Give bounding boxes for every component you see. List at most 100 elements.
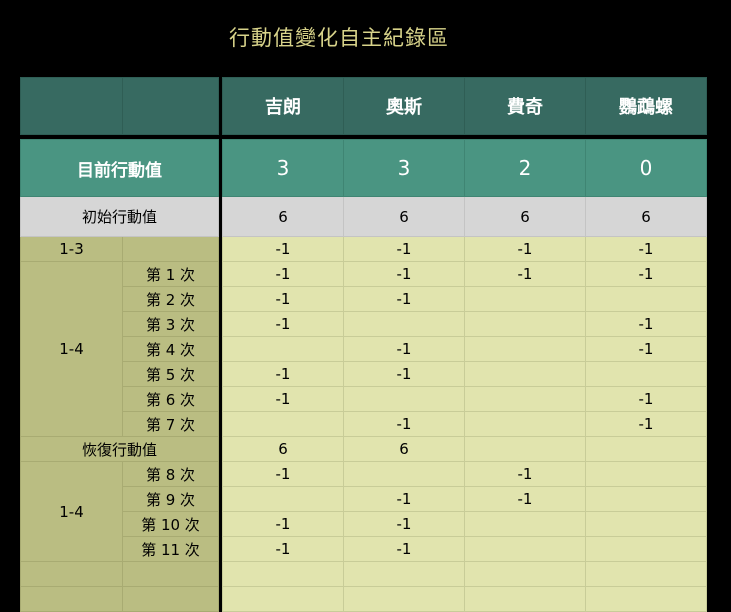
value-cell[interactable] xyxy=(343,586,465,612)
table-row: 第 10 次 -1 -1 xyxy=(21,511,707,537)
value-cell[interactable]: -1 xyxy=(222,361,344,387)
value-cell[interactable]: -1 xyxy=(585,336,707,362)
page-title: 行動值變化自主紀錄區 xyxy=(229,26,449,50)
value-cell[interactable] xyxy=(464,361,586,387)
value-cell[interactable] xyxy=(585,486,707,512)
value-cell[interactable]: -1 xyxy=(222,461,344,487)
value-cell[interactable]: -1 xyxy=(343,336,465,362)
value-cell[interactable] xyxy=(585,586,707,612)
table-row: 第 9 次 -1 -1 xyxy=(21,486,707,512)
attempt-label: 第 6 次 xyxy=(122,386,219,412)
attempt-label xyxy=(122,236,219,262)
value-cell[interactable] xyxy=(464,286,586,312)
value-cell[interactable] xyxy=(464,561,586,587)
value-cell[interactable]: -1 xyxy=(464,461,586,487)
value-cell[interactable] xyxy=(464,511,586,537)
value-cell[interactable] xyxy=(464,411,586,437)
value-cell[interactable] xyxy=(343,311,465,337)
value-cell[interactable]: -1 xyxy=(222,311,344,337)
value-cell[interactable]: -1 xyxy=(343,536,465,562)
value-cell[interactable] xyxy=(585,536,707,562)
value-cell[interactable]: -1 xyxy=(222,511,344,537)
value-cell[interactable] xyxy=(343,561,465,587)
value-cell[interactable]: -1 xyxy=(222,386,344,412)
table-row xyxy=(20,586,707,612)
current-value-row: 目前行動值 3 3 2 0 xyxy=(20,139,707,197)
value-cell[interactable] xyxy=(464,436,586,462)
value-cell[interactable] xyxy=(585,436,707,462)
value-cell[interactable]: -1 xyxy=(464,486,586,512)
attempt-label xyxy=(122,586,219,612)
current-value-cell[interactable]: 3 xyxy=(222,139,344,197)
value-cell[interactable]: 6 xyxy=(222,436,344,462)
table-row: 第 3 次 -1 -1 xyxy=(21,311,707,337)
stage-label xyxy=(20,561,123,587)
value-cell[interactable]: -1 xyxy=(585,386,707,412)
current-value-cell[interactable]: 3 xyxy=(343,139,465,197)
value-cell[interactable]: -1 xyxy=(222,236,344,262)
stage-label: 1-4 xyxy=(20,261,123,437)
value-cell[interactable] xyxy=(585,361,707,387)
player-header: 鸚鵡螺 xyxy=(585,77,707,135)
table-row: 恢復行動值 6 6 xyxy=(20,436,707,462)
player-header: 費奇 xyxy=(464,77,586,135)
value-cell[interactable] xyxy=(464,586,586,612)
value-cell[interactable] xyxy=(343,386,465,412)
table-row: 第 4 次 -1 -1 xyxy=(21,336,707,362)
initial-value-cell[interactable]: 6 xyxy=(464,196,586,237)
current-value-cell[interactable]: 2 xyxy=(464,139,586,197)
value-cell[interactable] xyxy=(464,536,586,562)
value-cell[interactable] xyxy=(585,286,707,312)
value-cell[interactable]: -1 xyxy=(585,236,707,262)
value-cell[interactable] xyxy=(222,561,344,587)
value-cell[interactable]: -1 xyxy=(343,261,465,287)
table-row: 1-4 第 8 次 -1 -1 xyxy=(20,461,707,562)
value-cell[interactable] xyxy=(464,386,586,412)
value-cell[interactable] xyxy=(222,486,344,512)
value-cell[interactable] xyxy=(585,561,707,587)
attempt-label xyxy=(122,561,219,587)
value-cell[interactable]: 6 xyxy=(343,436,465,462)
initial-value-cell[interactable]: 6 xyxy=(222,196,344,237)
value-cell[interactable] xyxy=(585,511,707,537)
value-cell[interactable]: -1 xyxy=(343,511,465,537)
table-row: 1-3 -1 -1 -1 -1 xyxy=(20,236,707,262)
stage-label: 1-3 xyxy=(20,236,123,262)
table-row xyxy=(20,561,707,587)
player-header: 吉朗 xyxy=(222,77,344,135)
current-value-cell[interactable]: 0 xyxy=(585,139,707,197)
attempt-label: 第 2 次 xyxy=(122,286,219,312)
value-cell[interactable]: -1 xyxy=(585,411,707,437)
value-cell[interactable] xyxy=(464,336,586,362)
table-row: 第 2 次 -1 -1 xyxy=(21,286,707,312)
value-cell[interactable]: -1 xyxy=(585,261,707,287)
value-cell[interactable] xyxy=(464,311,586,337)
attempt-label: 第 3 次 xyxy=(122,311,219,337)
value-cell[interactable]: -1 xyxy=(222,286,344,312)
value-cell[interactable]: -1 xyxy=(222,536,344,562)
attempt-label: 第 7 次 xyxy=(122,411,219,437)
value-cell[interactable] xyxy=(343,461,465,487)
table-row: 第 6 次 -1 -1 xyxy=(21,386,707,412)
value-cell[interactable]: -1 xyxy=(343,286,465,312)
value-cell[interactable] xyxy=(585,461,707,487)
value-cell[interactable] xyxy=(222,336,344,362)
value-cell[interactable]: -1 xyxy=(343,236,465,262)
attempt-label: 第 5 次 xyxy=(122,361,219,387)
initial-value-cell[interactable]: 6 xyxy=(343,196,465,237)
table-row: 第 7 次 -1 -1 xyxy=(21,411,707,437)
attempt-label: 第 9 次 xyxy=(122,486,219,512)
value-cell[interactable]: -1 xyxy=(343,361,465,387)
header-corner-cell xyxy=(122,77,219,135)
value-cell[interactable] xyxy=(222,586,344,612)
stage-label: 1-4 xyxy=(20,461,123,562)
value-cell[interactable]: -1 xyxy=(585,311,707,337)
value-cell[interactable]: -1 xyxy=(222,261,344,287)
value-cell[interactable]: -1 xyxy=(343,411,465,437)
value-cell[interactable]: -1 xyxy=(343,486,465,512)
initial-value-row: 初始行動值 6 6 6 6 xyxy=(20,196,707,237)
initial-value-cell[interactable]: 6 xyxy=(585,196,707,237)
value-cell[interactable]: -1 xyxy=(464,236,586,262)
value-cell[interactable]: -1 xyxy=(464,261,586,287)
value-cell[interactable] xyxy=(222,411,344,437)
